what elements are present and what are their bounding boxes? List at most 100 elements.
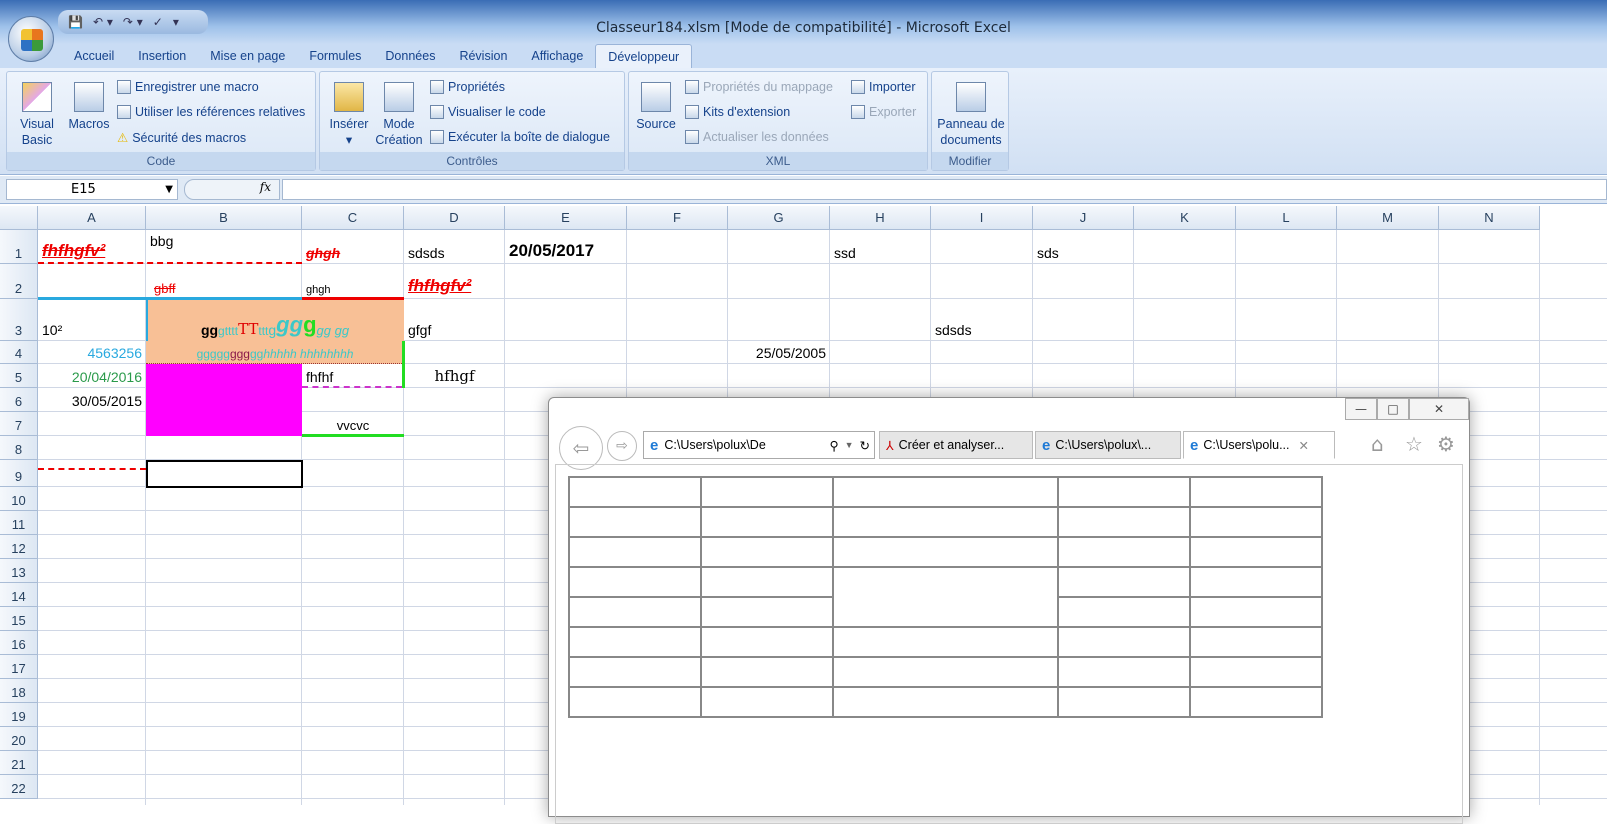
row-header-15[interactable]: 15	[0, 607, 38, 631]
export-button[interactable]: Exporter	[851, 105, 916, 119]
select-all-button[interactable]	[0, 206, 38, 230]
macro-security-button[interactable]: ⚠ Sécurité des macros	[117, 130, 246, 146]
row-header-16[interactable]: 16	[0, 631, 38, 655]
cell-B1[interactable]: bbg	[146, 230, 302, 264]
close-tab-icon[interactable]: ✕	[1298, 438, 1308, 453]
column-header-C[interactable]: C	[302, 206, 404, 230]
cell-C7[interactable]: vvcvc	[302, 412, 404, 436]
cell-H1[interactable]: ssd	[830, 230, 931, 264]
office-button[interactable]	[8, 16, 54, 62]
row-header-6[interactable]: 6	[0, 388, 38, 412]
cell-I3[interactable]: sdsds	[931, 299, 1033, 341]
row-header-17[interactable]: 17	[0, 655, 38, 679]
cell-D3[interactable]: gfgf	[404, 299, 505, 341]
record-macro-button[interactable]: Enregistrer une macro	[117, 80, 259, 94]
cell-B2[interactable]: gbff	[146, 264, 302, 299]
insert-function-button[interactable]: fx	[184, 179, 280, 200]
cell-C5[interactable]: fhfhf	[302, 364, 404, 388]
column-header-K[interactable]: K	[1134, 206, 1236, 230]
row-header-10[interactable]: 10	[0, 487, 38, 511]
settings-gear-icon[interactable]: ⚙	[1437, 432, 1455, 456]
row-header-12[interactable]: 12	[0, 535, 38, 559]
refresh-data-button[interactable]: Actualiser les données	[685, 130, 829, 144]
favorites-star-icon[interactable]: ☆	[1405, 432, 1423, 456]
forward-button[interactable]: ⇨	[607, 431, 637, 461]
column-header-L[interactable]: L	[1236, 206, 1337, 230]
column-header-M[interactable]: M	[1337, 206, 1439, 230]
cell-A4[interactable]: 4563256	[38, 341, 146, 364]
row-header-1[interactable]: 1	[0, 230, 38, 264]
cell-A3[interactable]: 10²	[38, 299, 146, 341]
row-header-21[interactable]: 21	[0, 751, 38, 775]
row-header-8[interactable]: 8	[0, 436, 38, 460]
tab-mise en page[interactable]: Mise en page	[198, 44, 297, 68]
tab-accueil[interactable]: Accueil	[62, 44, 126, 68]
cell-D5[interactable]: hfhgf	[404, 364, 505, 388]
cell-J1[interactable]: sds	[1033, 230, 1134, 264]
column-header-F[interactable]: F	[627, 206, 728, 230]
formula-input[interactable]	[282, 179, 1607, 200]
tab-développeur[interactable]: Développeur	[595, 44, 693, 68]
minimize-button[interactable]: —	[1345, 398, 1377, 420]
row-header-11[interactable]: 11	[0, 511, 38, 535]
cell-A6[interactable]: 30/05/2015	[38, 388, 146, 412]
browser-tab[interactable]: e C:\Users\polu... ✕	[1183, 431, 1335, 459]
row-header-20[interactable]: 20	[0, 727, 38, 751]
tab-formules[interactable]: Formules	[297, 44, 373, 68]
browser-tab[interactable]: ⅄ Créer et analyser...	[879, 431, 1033, 459]
save-icon[interactable]: 💾	[68, 15, 83, 29]
row-header-5[interactable]: 5	[0, 364, 38, 388]
properties-button[interactable]: Propriétés	[430, 80, 505, 94]
tab-affichage[interactable]: Affichage	[519, 44, 595, 68]
home-icon[interactable]: ⌂	[1371, 432, 1384, 456]
run-dialog-button[interactable]: Exécuter la boîte de dialogue	[430, 130, 610, 144]
row-header-13[interactable]: 13	[0, 559, 38, 583]
column-header-A[interactable]: A	[38, 206, 146, 230]
row-header-4[interactable]: 4	[0, 341, 38, 364]
row-header-19[interactable]: 19	[0, 703, 38, 727]
redo-icon[interactable]: ↷ ▾	[123, 15, 143, 29]
row-header-7[interactable]: 7	[0, 412, 38, 436]
cell-C1[interactable]: ghgh	[302, 230, 404, 264]
row-header-3[interactable]: 3	[0, 299, 38, 341]
chevron-down-icon[interactable]: ▼	[845, 440, 854, 450]
column-header-J[interactable]: J	[1033, 206, 1134, 230]
source-button[interactable]: Source	[633, 82, 679, 132]
cell-D2[interactable]: fhfhgfv²	[404, 264, 505, 299]
row-header-9[interactable]: 9	[0, 460, 38, 487]
column-header-D[interactable]: D	[404, 206, 505, 230]
row-header-2[interactable]: 2	[0, 264, 38, 299]
column-header-G[interactable]: G	[728, 206, 830, 230]
visual-basic-button[interactable]: Visual Basic	[13, 82, 61, 148]
column-header-E[interactable]: E	[505, 206, 627, 230]
chevron-down-icon[interactable]: ▼	[165, 180, 173, 199]
design-mode-button[interactable]: Mode Création	[372, 82, 426, 148]
close-button[interactable]: ✕	[1409, 398, 1469, 420]
cell-A1[interactable]: fhfhgfv²	[38, 230, 146, 264]
row-header-22[interactable]: 22	[0, 775, 38, 799]
search-icon[interactable]: ⚲	[829, 438, 838, 453]
tab-insertion[interactable]: Insertion	[126, 44, 198, 68]
undo-icon[interactable]: ↶ ▾	[93, 15, 113, 29]
view-code-button[interactable]: Visualiser le code	[430, 105, 546, 119]
browser-tab[interactable]: e C:\Users\polux\...	[1035, 431, 1181, 459]
column-header-I[interactable]: I	[931, 206, 1033, 230]
column-header-B[interactable]: B	[146, 206, 302, 230]
cell-C2[interactable]: ghgh	[302, 264, 404, 299]
expansion-packs-button[interactable]: Kits d'extension	[685, 105, 790, 119]
insert-control-button[interactable]: Insérer ▾	[324, 82, 374, 148]
column-header-N[interactable]: N	[1439, 206, 1540, 230]
maximize-button[interactable]: □	[1377, 398, 1409, 420]
tab-données[interactable]: Données	[373, 44, 447, 68]
address-bar[interactable]: e C:\Users\polux\De ⚲ ▼ ↻	[643, 431, 875, 459]
row-header-14[interactable]: 14	[0, 583, 38, 607]
macros-button[interactable]: Macros	[63, 82, 115, 132]
refresh-icon[interactable]: ↻	[860, 438, 874, 453]
cell-D1[interactable]: sdsds	[404, 230, 505, 264]
document-panel-button[interactable]: Panneau de documents	[934, 82, 1008, 148]
column-header-H[interactable]: H	[830, 206, 931, 230]
import-button[interactable]: Importer	[851, 80, 916, 94]
cell-E1[interactable]: 20/05/2017	[505, 230, 627, 264]
row-header-18[interactable]: 18	[0, 679, 38, 703]
name-box[interactable]: E15 ▼	[6, 179, 178, 200]
